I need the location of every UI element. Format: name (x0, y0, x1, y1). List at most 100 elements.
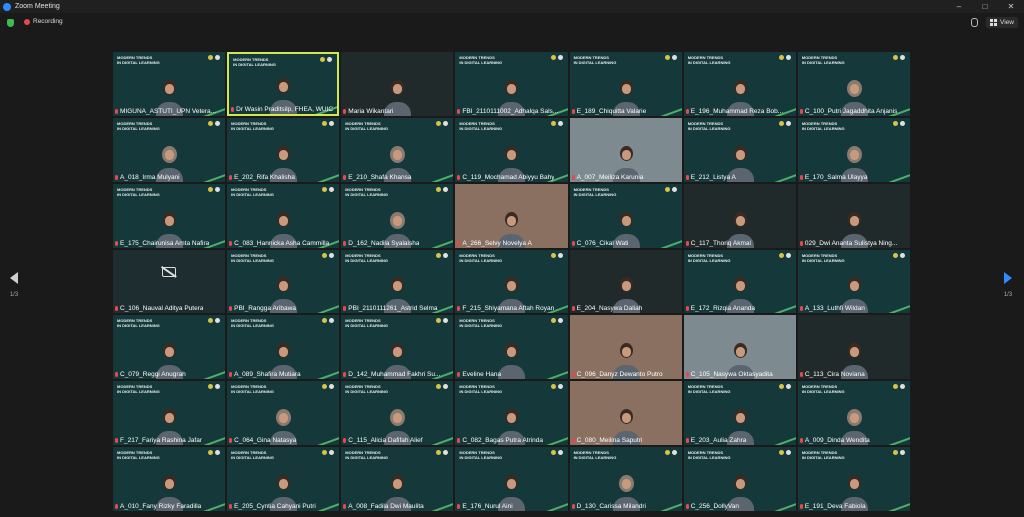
participant-tile[interactable]: MODERN TRENDS IN DIGITAL LEARNING C_256_Do… (683, 447, 796, 511)
face (849, 215, 859, 226)
participant-video (612, 475, 640, 511)
participant-tile[interactable]: MODERN TRENDS IN DIGITAL LEARNING C_079_Re… (113, 315, 226, 380)
mic-muted-icon (343, 306, 347, 312)
participant-video (498, 475, 526, 511)
participant-tile[interactable]: MODERN TRENDS IN DIGITAL LEARNING C_082_Ba… (455, 381, 568, 446)
participant-name-text: C_113_Cira Noviana (804, 371, 865, 379)
participant-name: F_217_Fariya Rashina Jafar (115, 437, 202, 444)
participant-tile[interactable]: MODERN TRENDS IN DIGITAL LEARNING A_010_Fa… (113, 447, 226, 511)
participant-video (726, 79, 754, 116)
face (621, 347, 631, 358)
participant-tile[interactable]: MODERN TRENDS IN DIGITAL LEARNING D_162_Na… (341, 183, 454, 248)
face (849, 479, 859, 489)
face (165, 479, 175, 489)
participant-tile[interactable]: MODERN TRENDS IN DIGITAL LEARNING E_191_De… (797, 447, 910, 511)
logo-icon (550, 450, 556, 456)
participant-name-text: C_083_Hannicka Asha Cammilla (234, 239, 330, 247)
participant-tile[interactable]: MODERN TRENDS IN DIGITAL LEARNING D_142_Mu… (341, 315, 454, 380)
participant-tile[interactable]: MODERN TRENDS IN DIGITAL LEARNING E_205_Cy… (227, 447, 340, 511)
virtual-background-line2: IN DIGITAL LEARNING (573, 191, 617, 197)
participant-tile[interactable]: C_096_Danyz Dewanto Putro (569, 315, 682, 380)
participant-tile[interactable]: MODERN TRENDS IN DIGITAL LEARNING E_189_Ch… (569, 52, 682, 116)
participant-tile[interactable]: E_204_Nasywa Daliah (569, 249, 682, 314)
logo-icon (443, 384, 449, 390)
participant-tile[interactable]: MODERN TRENDS IN DIGITAL LEARNING C_119_Mo… (455, 117, 568, 182)
face (393, 215, 403, 226)
participant-tile[interactable]: MODERN TRENDS IN DIGITAL LEARNING C_115_Al… (341, 381, 454, 446)
participant-tile[interactable]: A_007_Meiliza Karunia (569, 117, 682, 182)
participant-tile[interactable]: MODERN TRENDS IN DIGITAL LEARNING E_210_Sh… (341, 117, 454, 182)
title-bar: Zoom Meeting – □ ✕ (0, 0, 1024, 13)
arrow-right-icon[interactable] (1004, 272, 1012, 284)
participant-tile[interactable]: MODERN TRENDS IN DIGITAL LEARNING E_202_Ri… (227, 117, 340, 182)
participant-tile[interactable]: MODERN TRENDS IN DIGITAL LEARNING F_217_Fa… (113, 381, 226, 446)
logo-icon (215, 55, 221, 60)
logo-icon (208, 384, 214, 390)
participant-tile[interactable]: Maria Wikantari (341, 52, 454, 116)
mic-muted-icon (685, 306, 689, 312)
participant-tile[interactable]: MODERN TRENDS IN DIGITAL LEARNING E_203_Au… (683, 381, 796, 446)
participant-tile[interactable]: C_106_Nauval Aditya Putera (113, 249, 226, 314)
maximize-button[interactable]: □ (972, 0, 998, 13)
participant-tile[interactable]: MODERN TRENDS IN DIGITAL LEARNING E_196_Mu… (683, 52, 796, 116)
security-shield-icon[interactable] (7, 19, 14, 27)
close-button[interactable]: ✕ (998, 0, 1024, 13)
participant-name-text: C_082_Bagas Putra Atrinda (462, 437, 544, 445)
participant-tile[interactable]: MODERN TRENDS IN DIGITAL LEARNING Eveline … (455, 315, 568, 380)
participant-tile[interactable]: MODERN TRENDS IN DIGITAL LEARNING A_009_Di… (797, 381, 910, 446)
participant-tile[interactable]: C_080_Meilina Saputri (569, 381, 682, 446)
arrow-left-icon[interactable] (10, 272, 18, 284)
participant-tile[interactable]: MODERN TRENDS IN DIGITAL LEARNING A_133_Lu… (797, 249, 910, 314)
participant-tile[interactable]: MODERN TRENDS IN DIGITAL LEARNING E_212_Li… (683, 117, 796, 182)
participant-tile[interactable]: MODERN TRENDS IN DIGITAL LEARNING A_008_Fa… (341, 447, 454, 511)
participant-tile[interactable]: MODERN TRENDS IN DIGITAL LEARNING FBI_2110… (455, 52, 568, 116)
previous-page-control[interactable]: 1/3 (4, 272, 24, 298)
participant-name-text: E_212_Listya A (690, 173, 736, 181)
participant-tile[interactable]: MODERN TRENDS IN DIGITAL LEARNING MIGUNA_A… (113, 52, 226, 116)
face (279, 81, 289, 92)
participant-tile[interactable]: A_266_Selvy Novelya A (455, 183, 568, 248)
participant-tile[interactable]: MODERN TRENDS IN DIGITAL LEARNING A_089_Sh… (227, 315, 340, 380)
participant-tile[interactable]: 029_Dwi Ananta Sulistya Ning... (797, 183, 910, 248)
participant-tile[interactable]: MODERN TRENDS IN DIGITAL LEARNING C_100_Pu… (797, 52, 910, 116)
logo-icon (785, 450, 791, 456)
virtual-background-line2: IN DIGITAL LEARNING (801, 389, 845, 395)
participant-name: MIGUNA_ASTUTI_UPN Vetera... (115, 108, 216, 115)
logo-badges (208, 450, 221, 456)
participant-tile[interactable]: C_117_Thoriq Akmal (683, 183, 796, 248)
person-icon[interactable] (971, 18, 979, 27)
mic-muted-icon (799, 372, 803, 378)
face (735, 281, 745, 292)
participant-name: E_210_Shafa Khansa (343, 174, 412, 181)
minimize-button[interactable]: – (946, 0, 972, 13)
participant-tile[interactable]: MODERN TRENDS IN DIGITAL LEARNING C_076_Ci… (569, 183, 682, 248)
next-page-control[interactable]: 1/3 (998, 272, 1018, 298)
participant-tile[interactable]: MODERN TRENDS IN DIGITAL LEARNING C_064_Gi… (227, 381, 340, 446)
participant-tile[interactable]: MODERN TRENDS IN DIGITAL LEARNING F_215_Sh… (455, 249, 568, 314)
face (621, 215, 631, 226)
participant-tile[interactable]: MODERN TRENDS IN DIGITAL LEARNING C_083_Ha… (227, 183, 340, 248)
participant-video (726, 475, 754, 511)
participant-tile[interactable]: MODERN TRENDS IN DIGITAL LEARNING A_018_Ir… (113, 117, 226, 182)
participant-tile[interactable]: MODERN TRENDS IN DIGITAL LEARNING E_176_Nu… (455, 447, 568, 511)
participant-tile[interactable]: MODERN TRENDS IN DIGITAL LEARNING E_170_Sa… (797, 117, 910, 182)
virtual-background-line2: IN DIGITAL LEARNING (801, 60, 845, 65)
virtual-background-title: MODERN TRENDS IN DIGITAL LEARNING (574, 55, 617, 65)
logo-icon (208, 55, 214, 60)
participant-tile[interactable]: MODERN TRENDS IN DIGITAL LEARNING E_172_Ri… (683, 249, 796, 314)
participant-tile[interactable]: MODERN TRENDS IN DIGITAL LEARNING E_175_Ch… (113, 183, 226, 248)
participant-video (840, 475, 868, 511)
logo-badges (778, 120, 791, 126)
participant-tile[interactable]: C_113_Cira Noviana (797, 315, 910, 380)
recording-indicator[interactable]: Recording (24, 18, 63, 25)
logo-icon (778, 384, 784, 390)
participant-video (156, 343, 184, 380)
participant-tile[interactable]: MODERN TRENDS IN DIGITAL LEARNING D_130_Ca… (569, 447, 682, 511)
participant-name: C_079_Reggi Anugrah (115, 371, 186, 378)
participant-tile[interactable]: MODERN TRENDS IN DIGITAL LEARNING Dr Wasin… (227, 52, 340, 116)
view-button[interactable]: View (986, 17, 1018, 28)
participant-tile[interactable]: MODERN TRENDS IN DIGITAL LEARNING PBI_2110… (341, 249, 454, 314)
participant-tile[interactable]: C_105_Nasywa Oktasyadita (683, 315, 796, 380)
participant-tile[interactable]: MODERN TRENDS IN DIGITAL LEARNING PBI_Rang… (227, 249, 340, 314)
face (621, 479, 631, 489)
